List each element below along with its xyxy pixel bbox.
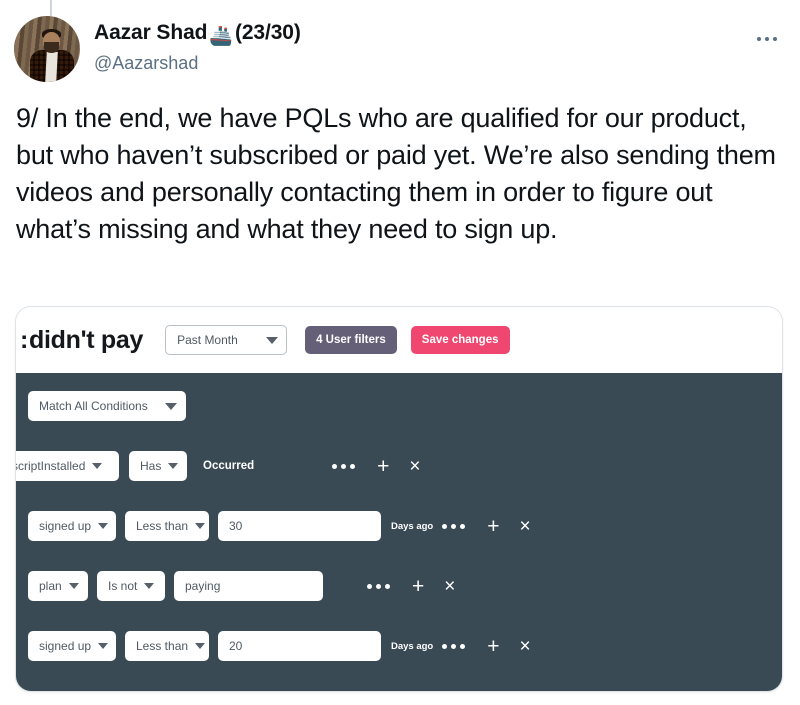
save-changes-button[interactable]: Save changes — [410, 326, 510, 354]
close-icon[interactable]: × — [520, 517, 531, 536]
ellipsis-horizontal-icon[interactable] — [332, 463, 356, 469]
filter-row: plan Is not + × — [28, 569, 782, 603]
dot — [460, 523, 466, 529]
filter-attribute-value: signed up — [39, 639, 92, 653]
avatar[interactable] — [14, 16, 80, 82]
chevron-down-icon — [165, 402, 177, 410]
chevron-down-icon — [168, 463, 179, 469]
dot — [376, 583, 381, 589]
dot — [332, 463, 338, 469]
filter-attribute-value: plan — [39, 579, 62, 593]
plus-icon[interactable]: + — [487, 516, 499, 537]
dot — [442, 523, 448, 529]
close-icon[interactable]: × — [409, 457, 420, 476]
filter-attribute-select[interactable]: signed up — [28, 631, 116, 661]
filter-attribute-value: scriptInstalled — [15, 459, 86, 473]
filter-operator-value: Is not — [108, 579, 138, 593]
avatar-beard — [44, 42, 59, 53]
filter-operator-value: Has — [140, 459, 162, 473]
dot — [385, 583, 390, 589]
tweet-body-text: 9/ In the end, we have PQLs who are qual… — [16, 103, 776, 244]
period-select[interactable]: Past Month — [165, 325, 288, 355]
dot — [460, 643, 466, 649]
dot — [765, 37, 769, 41]
close-icon[interactable]: × — [520, 637, 531, 656]
filter-operator-value: Less than — [136, 639, 189, 653]
author-name-block: Aazar Shad 🚢(23/30) @Aazarshad — [94, 14, 750, 75]
author-display-name[interactable]: Aazar Shad 🚢(23/30) — [94, 20, 750, 50]
chevron-down-icon — [195, 523, 206, 529]
ellipsis-horizontal-icon[interactable] — [442, 643, 466, 649]
chevron-down-icon — [266, 336, 279, 344]
dot — [451, 523, 457, 529]
dot — [451, 643, 457, 649]
close-icon[interactable]: × — [444, 577, 455, 596]
dot — [757, 37, 761, 41]
author-handle[interactable]: @Aazarshad — [94, 51, 750, 75]
filter-row: signed up Less than Days ago + × — [28, 509, 782, 543]
app-page-title-text: didn't pay — [29, 325, 144, 354]
author-name-suffix: (23/30) — [234, 21, 301, 44]
chevron-down-icon — [98, 643, 109, 649]
avatar-shirt — [45, 52, 58, 82]
author-name-text: Aazar Shad — [94, 21, 208, 44]
plus-icon[interactable]: + — [487, 636, 499, 657]
filter-value-input[interactable] — [174, 571, 323, 601]
user-filters-button[interactable]: 4 User filters — [305, 326, 397, 354]
match-conditions-value: Match All Conditions — [39, 399, 148, 413]
filter-static-word: Occurred — [203, 460, 255, 472]
filter-row: signed up Less than Days ago + × — [28, 629, 782, 663]
filter-operator-value: Less than — [136, 519, 189, 533]
chevron-down-icon — [92, 463, 103, 469]
tweet-header: Aazar Shad 🚢(23/30) @Aazarshad — [0, 0, 800, 96]
filter-attribute-select[interactable]: scriptInstalled — [15, 451, 119, 481]
app-page-title: :didn't pay — [20, 326, 143, 355]
match-conditions-select[interactable]: Match All Conditions — [28, 391, 186, 421]
ellipsis-horizontal-icon[interactable] — [750, 22, 784, 56]
clipped-title-prefix: : — [20, 325, 29, 354]
filter-value-input[interactable] — [218, 511, 381, 541]
dot — [367, 583, 372, 589]
filter-unit-label: Days ago — [391, 640, 434, 652]
filter-attribute-select[interactable]: plan — [28, 571, 88, 601]
tweet-container: Aazar Shad 🚢(23/30) @Aazarshad 9/ In the … — [0, 0, 800, 705]
chevron-down-icon — [68, 583, 79, 589]
period-select-value: Past Month — [177, 333, 238, 347]
filter-panel: Match All Conditions scriptInstalled Has… — [15, 373, 782, 691]
ellipsis-horizontal-icon[interactable] — [367, 583, 390, 589]
filter-operator-select[interactable]: Is not — [97, 571, 165, 601]
filter-value-input[interactable] — [218, 631, 381, 661]
embedded-media-card[interactable]: :didn't pay Past Month 4 User filters Sa… — [15, 306, 783, 692]
filter-row: scriptInstalled Has Occurred + × — [15, 449, 782, 483]
filter-operator-select[interactable]: Less than — [125, 631, 209, 661]
filter-operator-select[interactable]: Less than — [125, 511, 209, 541]
chevron-down-icon — [144, 583, 155, 589]
filter-operator-select[interactable]: Has — [129, 451, 187, 481]
ship-emoji: 🚢 — [209, 26, 233, 47]
filter-attribute-select[interactable]: signed up — [28, 511, 116, 541]
plus-icon[interactable]: + — [377, 456, 389, 477]
plus-icon[interactable]: + — [412, 576, 424, 597]
dot — [350, 463, 356, 469]
ellipsis-horizontal-icon[interactable] — [442, 523, 466, 529]
dot — [341, 463, 347, 469]
dot — [442, 643, 448, 649]
app-topbar: :didn't pay Past Month 4 User filters Sa… — [16, 307, 782, 373]
dot — [773, 37, 777, 41]
filter-unit-label: Days ago — [391, 520, 434, 532]
filter-attribute-value: signed up — [39, 519, 92, 533]
chevron-down-icon — [195, 643, 206, 649]
chevron-down-icon — [98, 523, 109, 529]
